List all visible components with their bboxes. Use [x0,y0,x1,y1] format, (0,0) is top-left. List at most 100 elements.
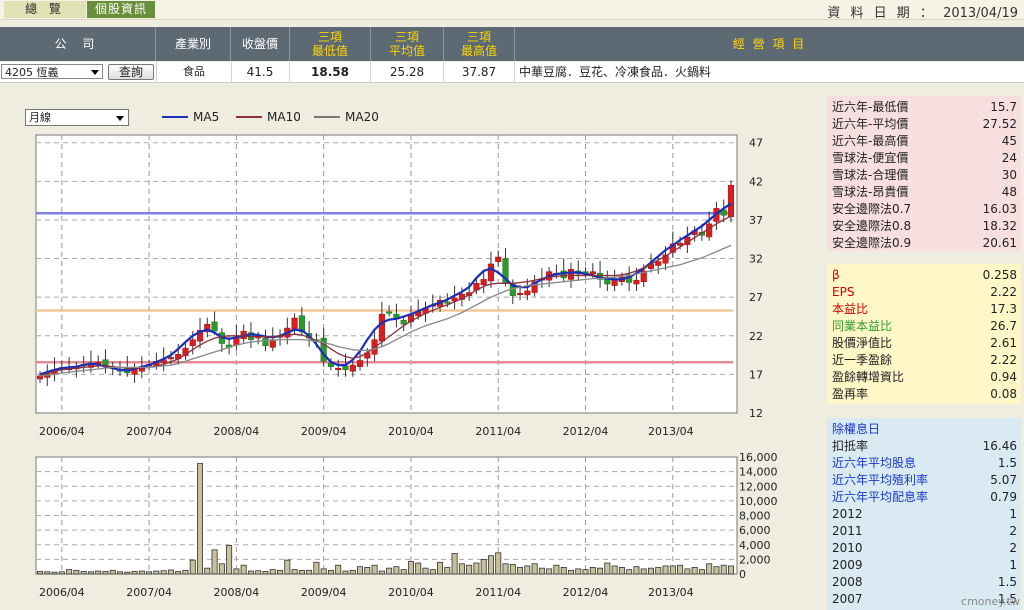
fundamental-value: 0.08 [990,387,1017,401]
stock-select-value: 4205 恆義 [5,66,59,79]
volume-bar [604,562,611,575]
industry-value: 食品 [156,62,232,82]
dividend-label: 近六年平均配息率 [832,490,929,504]
volume-bar [371,564,378,575]
close-value: 41.5 [231,62,290,82]
volume-x-tick-label: 2010/04 [388,586,434,599]
valuation-value: 27.52 [982,117,1017,131]
volume-bar [197,463,204,575]
volume-bar [517,567,524,575]
fundamental-value: 26.7 [990,319,1017,333]
tab-overview[interactable]: 總 覽 [4,1,86,18]
dividend-value: 16.46 [982,439,1017,453]
volume-bar [495,552,502,575]
volume-bar [335,564,342,575]
volume-bar [400,569,407,575]
volume-bar [640,568,647,575]
volume-bar [364,567,371,575]
price-x-tick-label: 2011/04 [475,425,521,438]
valuation-label: 雪球法-便宜價 [832,151,909,165]
header-min3: 三項 最低值 [290,27,371,61]
volume-bar [553,564,560,575]
volume-bar [662,565,669,575]
tab-stock-info[interactable]: 個股資訊 [87,1,155,18]
price-x-tick-label: 2013/04 [648,425,694,438]
fundamental-label: EPS [832,285,855,299]
price-y-tick-label: 12 [749,407,763,420]
volume-bar [589,567,596,575]
price-x-tick-label: 2006/04 [39,425,85,438]
volume-bar [546,568,553,575]
volume-bar [66,569,73,575]
fundamental-value: 2.22 [990,285,1017,299]
dividend-value: 1 [1009,558,1017,572]
volume-bar [626,569,633,575]
valuation-label: 雪球法-合理價 [832,168,909,182]
stock-select[interactable]: 4205 恆義 [1,64,103,79]
volume-bar [422,567,429,575]
volume-bar [684,568,691,575]
candle [349,364,356,372]
volume-bar [182,569,189,575]
volume-bar [44,571,51,575]
price-x-tick-label: 2007/04 [126,425,172,438]
candle [611,279,618,286]
volume-bar [211,549,218,575]
price-x-tick-label: 2009/04 [301,425,347,438]
dividend-row: 近六年平均殖利率 5.07 [827,472,1021,489]
candle [167,357,174,360]
dividend-row: 2008 1.5 [827,574,1021,591]
price-y-tick-label: 27 [749,291,763,304]
candle [36,375,44,380]
volume-bar [240,564,247,575]
volume-bar [575,568,582,575]
candle [102,359,109,366]
volume-bar [582,569,589,575]
dividend-label: 2010 [832,541,863,555]
candle [386,311,393,314]
dividend-label: 2011 [832,524,863,538]
volume-bar [597,567,604,575]
min3-value: 18.58 [290,62,371,82]
volume-bar [262,571,269,575]
candle [189,339,196,347]
valuation-row: 安全邊際法0.7 16.03 [827,201,1021,218]
stock-row: 4205 恆義 查詢 食品 41.5 18.58 25.28 37.87 中華豆… [0,62,1024,83]
valuation-label: 近六年-平均價 [832,117,909,131]
price-y-tick-label: 42 [749,175,763,188]
query-button[interactable]: 查詢 [108,64,154,80]
fundamental-row: 近一季盈餘 2.22 [827,352,1021,369]
volume-bar [233,568,240,575]
volume-bar [728,565,735,575]
dividend-value: 2 [1009,541,1017,555]
fundamental-label: β [832,268,840,282]
price-y-tick-label: 32 [749,253,763,266]
candle [335,367,342,370]
volume-bar [175,571,182,575]
volume-bar [226,545,233,575]
volume-x-tick-label: 2008/04 [214,586,260,599]
header-industry: 產業別 [156,27,231,61]
fundamental-label: 盈餘轉增資比 [832,370,905,384]
volume-bar [509,564,516,575]
fundamental-label: 近一季盈餘 [832,353,893,367]
volume-bar [327,569,334,575]
watermark: cmoney.tw [961,595,1020,608]
volume-x-tick-label: 2009/04 [301,586,347,599]
valuation-row: 雪球法-昂貴價 48 [827,184,1021,201]
valuation-row: 安全邊際法0.9 20.61 [827,235,1021,252]
volume-x-tick-label: 2013/04 [648,586,694,599]
volume-bar [487,555,494,575]
volume-bar [437,561,444,575]
volume-bar [677,564,684,575]
candle [211,321,218,332]
volume-y-tick-label: 16,000 [739,451,778,464]
volume-bar [691,567,698,575]
valuation-value: 18.32 [982,219,1017,233]
volume-y-tick-label: 14,000 [739,466,778,479]
volume-bar [386,567,393,575]
business-value: 中華豆腐．豆花、冷凍食品．火鍋料 [519,65,712,79]
dividend-value: 1.5 [997,575,1017,589]
dividend-label: 2007 [832,592,863,606]
volume-bar [255,570,262,575]
